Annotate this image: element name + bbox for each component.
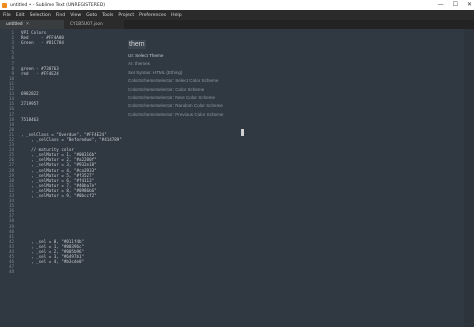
menu-tools[interactable]: Tools [102, 13, 113, 18]
menu-project[interactable]: Project [118, 13, 134, 18]
command-palette-item[interactable]: Set Syntax: HTML (Ething) [128, 69, 268, 77]
menu-goto[interactable]: Goto [86, 13, 97, 18]
tab-json-file[interactable]: CY1B5U07.json [64, 20, 124, 29]
line-number: 48 [8, 269, 14, 275]
minimize-button[interactable]: — [438, 0, 444, 10]
menu-preferences[interactable]: Preferences [139, 13, 166, 18]
tab-untitled[interactable]: untitled ✕ [0, 20, 64, 29]
command-palette-item[interactable]: ColorSchemeSelector: Previous Color Sche… [128, 111, 268, 119]
menu-file[interactable]: File [3, 13, 11, 18]
menu-bar: File Edit Selection Find View Goto Tools… [0, 10, 474, 20]
command-palette-item[interactable]: ColorSchemeSelector: Color Scheme [128, 86, 268, 94]
tab-close-icon[interactable]: ✕ [26, 22, 30, 27]
window-controls: — ☐ ✕ [438, 0, 472, 10]
line-number-gutter: 1 2 3 4 5 6 7 8 9 10 11 12 13 14 15 16 17 18 19 20 21 22 23 24 2… [0, 30, 14, 275]
menu-find[interactable]: Find [56, 13, 65, 18]
menu-edit[interactable]: Edit [16, 13, 25, 18]
sublime-app-icon [2, 2, 7, 8]
window-title: untitled • - Sublime Text (UNREGISTERED) [10, 2, 105, 8]
command-palette-results: UI: Select Theme AI: themes Set Syntax: HT… [128, 52, 268, 119]
command-palette-item[interactable]: ColorSchemeSelector: Select Color Scheme [128, 77, 268, 85]
command-palette-input[interactable]: them [128, 40, 146, 49]
maximize-button[interactable]: ☐ [453, 0, 458, 10]
menu-selection[interactable]: Selection [30, 13, 51, 18]
mouse-ibeam-cursor-icon [241, 129, 244, 136]
menu-view[interactable]: View [70, 13, 81, 18]
menu-help[interactable]: Help [171, 13, 181, 18]
command-palette-item[interactable]: UI: Select Theme [128, 52, 268, 60]
close-button[interactable]: ✕ [467, 0, 472, 10]
command-palette-item[interactable]: AI: themes [128, 60, 268, 68]
command-palette-item[interactable]: ColorSchemeSelector: Next Color Scheme [128, 94, 268, 102]
tab-label: untitled [6, 22, 23, 27]
code-line[interactable] [21, 269, 321, 274]
tab-bar: untitled ✕ CY1B5U07.json [0, 20, 474, 29]
command-palette-item[interactable]: ColorSchemeSelector: Random Color Scheme [128, 102, 268, 110]
minimap[interactable] [464, 29, 474, 327]
tab-label: CY1B5U07.json [70, 22, 103, 27]
command-palette: them UI: Select Theme AI: themes Set Synta… [128, 31, 268, 119]
title-bar: untitled • - Sublime Text (UNREGISTERED)… [0, 0, 474, 10]
